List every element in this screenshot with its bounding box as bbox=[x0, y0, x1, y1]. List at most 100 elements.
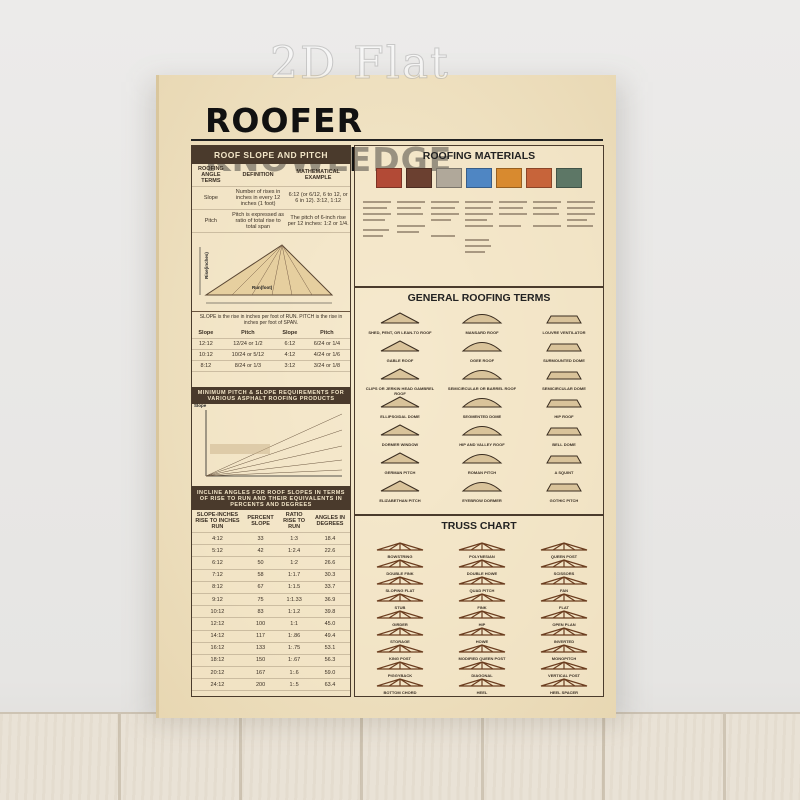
material-swatch bbox=[376, 168, 402, 188]
roof-term: GERMAN PITCH bbox=[361, 450, 439, 476]
roof-sketch-icon bbox=[546, 315, 582, 324]
cell: 4:12 bbox=[192, 532, 243, 546]
table-row: 7:12 58 1:1.7 30.3 bbox=[192, 569, 350, 582]
truss-label: HEEL SPACER bbox=[549, 690, 579, 695]
roof-term: OGEE ROOF bbox=[443, 338, 521, 364]
cell: 5:12 bbox=[192, 544, 243, 558]
table-row: 20:12 167 1:.6 59.0 bbox=[192, 666, 350, 680]
cell: Pitch bbox=[192, 209, 230, 233]
table-row: 6:12 50 1:2 26.6 bbox=[192, 556, 350, 570]
col-terms: ROOFING ANGLE TERMS bbox=[192, 164, 230, 187]
roof-sketch-icon bbox=[461, 370, 503, 380]
roof-term: BELL DOME bbox=[525, 422, 603, 448]
cell: 6/24 or 1/4 bbox=[303, 338, 350, 350]
cell: 8:12 bbox=[192, 581, 243, 594]
table-row: Slope Number of rises in inches in every … bbox=[192, 186, 350, 210]
materials-heading: ROOFING MATERIALS bbox=[422, 150, 536, 162]
truss-icon bbox=[376, 593, 424, 602]
cell: 53.1 bbox=[309, 642, 350, 655]
incline-table: SLOPE-INCHES RISE TO INCHES RUN PERCENT … bbox=[192, 510, 350, 692]
roof-term: SEMICIRCULAR OR BARREL ROOF bbox=[443, 366, 521, 392]
roof-term-label: SURMOUNTED DOME bbox=[543, 358, 585, 363]
truss-icon bbox=[458, 627, 506, 636]
roof-term: ELIZABETHAN PITCH bbox=[361, 478, 439, 504]
roof-sketch-icon bbox=[546, 343, 582, 352]
table-row: 8:12 8/24 or 1/3 3:12 3/24 or 1/8 bbox=[192, 360, 350, 372]
roof-sketch-icon bbox=[461, 314, 503, 324]
cell: 83 bbox=[242, 605, 279, 619]
cell: 36.9 bbox=[309, 593, 350, 607]
cell: 1:.86 bbox=[278, 630, 310, 643]
cell: 133 bbox=[242, 642, 279, 655]
truss-icon bbox=[376, 644, 424, 653]
roof-term-label: MANSARD ROOF bbox=[465, 330, 499, 335]
roof-term: LOUVRE VENTILATOR bbox=[525, 310, 603, 336]
truss-icon bbox=[376, 542, 424, 551]
truss-icon bbox=[540, 678, 588, 687]
roof-term: SURMOUNTED DOME bbox=[525, 338, 603, 364]
roof-sketch-icon bbox=[461, 398, 503, 408]
roof-term: ELLIPSOIDAL DOME bbox=[361, 394, 439, 420]
terms-heading: GENERAL ROOFING TERMS bbox=[407, 292, 551, 304]
roof-term: SEGMENTED DOME bbox=[443, 394, 521, 420]
cell: 3/24 or 1/8 bbox=[303, 360, 350, 372]
cell: 22.6 bbox=[309, 544, 350, 558]
cell: 39.8 bbox=[309, 605, 350, 619]
cell: 24:12 bbox=[192, 678, 243, 692]
roof-term: DORMER WINDOW bbox=[361, 422, 439, 448]
cell: 1:.6 bbox=[278, 666, 310, 680]
roof-sketch-icon bbox=[380, 368, 420, 380]
truss-icon bbox=[376, 678, 424, 687]
roof-term: ROMAN PITCH bbox=[443, 450, 521, 476]
cell: 1:1.7 bbox=[278, 569, 310, 582]
roof-term: SEMICIRCULAR DOME bbox=[525, 366, 603, 392]
roof-sketch-icon bbox=[461, 342, 503, 352]
slope-pitch-pairs-table: Slope Pitch Slope Pitch 12:12 12/24 or 1/2 6:… bbox=[192, 328, 350, 372]
cell: 6:12 bbox=[275, 338, 304, 350]
cell: 56.3 bbox=[309, 654, 350, 668]
roof-term-label: SHED, PENT, OR LEAN-TO ROOF bbox=[368, 330, 432, 335]
truss-item: HEEL bbox=[443, 674, 521, 696]
material-swatch bbox=[436, 168, 462, 188]
cell: 100 bbox=[242, 617, 279, 631]
roof-term-label: SEGMENTED DOME bbox=[462, 414, 502, 419]
roof-term: HIP AND VALLEY ROOF bbox=[443, 422, 521, 448]
min-pitch-heading: MINIMUM PITCH & SLOPE REQUIREMENTS FOR V… bbox=[192, 388, 350, 404]
truss-icon bbox=[458, 559, 506, 568]
cell: 67 bbox=[242, 581, 279, 594]
material-swatches bbox=[355, 166, 603, 195]
table-row: 10:12 83 1:1.2 39.8 bbox=[192, 605, 350, 619]
material-swatch bbox=[526, 168, 552, 188]
col-pitch: Pitch bbox=[303, 328, 350, 339]
cell: Slope bbox=[192, 186, 230, 210]
material-swatch bbox=[496, 168, 522, 188]
col-example: MATHEMATICAL EXAMPLE bbox=[286, 164, 350, 187]
cell: 18:12 bbox=[192, 654, 243, 668]
cell: 150 bbox=[242, 654, 279, 668]
cell: Pitch is expressed as ratio of total ris… bbox=[229, 209, 287, 233]
cell: 10/24 or 5/12 bbox=[219, 349, 276, 361]
title-rule bbox=[191, 139, 603, 141]
table-row: 5:12 42 1:2.4 22.6 bbox=[192, 544, 350, 558]
table-row: 18:12 150 1:.67 56.3 bbox=[192, 654, 350, 668]
col-ratio: RATIO RISE TO RUN bbox=[278, 510, 310, 533]
cell: 33.7 bbox=[309, 581, 350, 594]
truss-icon bbox=[458, 542, 506, 551]
cell: 1:1.33 bbox=[278, 593, 310, 607]
truss-label: BOTTOM CHORD bbox=[383, 690, 417, 695]
min-pitch-panel: MINIMUM PITCH & SLOPE REQUIREMENTS FOR V… bbox=[191, 387, 351, 487]
truss-icon bbox=[540, 593, 588, 602]
poster-canvas: ROOFER KNOWLEDGE ROOF SLOPE AND PITCH RO… bbox=[156, 75, 616, 718]
cell: 1:.67 bbox=[278, 654, 310, 668]
slope-axis-label: Slope bbox=[194, 403, 207, 408]
roof-term: EYEBROW DORMER bbox=[443, 478, 521, 504]
table-row: 10:12 10/24 or 5/12 4:12 4/24 or 1/6 bbox=[192, 349, 350, 361]
col-slope: Slope bbox=[192, 328, 220, 339]
cell: 12:12 bbox=[192, 338, 220, 350]
slope-pitch-heading: ROOF SLOPE AND PITCH bbox=[192, 146, 350, 164]
table-row: 14:12 117 1:.86 49.4 bbox=[192, 630, 350, 643]
col-slope: Slope bbox=[275, 328, 304, 339]
col-definition: DEFINITION bbox=[229, 164, 287, 187]
roof-term-label: LOUVRE VENTILATOR bbox=[542, 330, 586, 335]
truss-icon bbox=[458, 678, 506, 687]
